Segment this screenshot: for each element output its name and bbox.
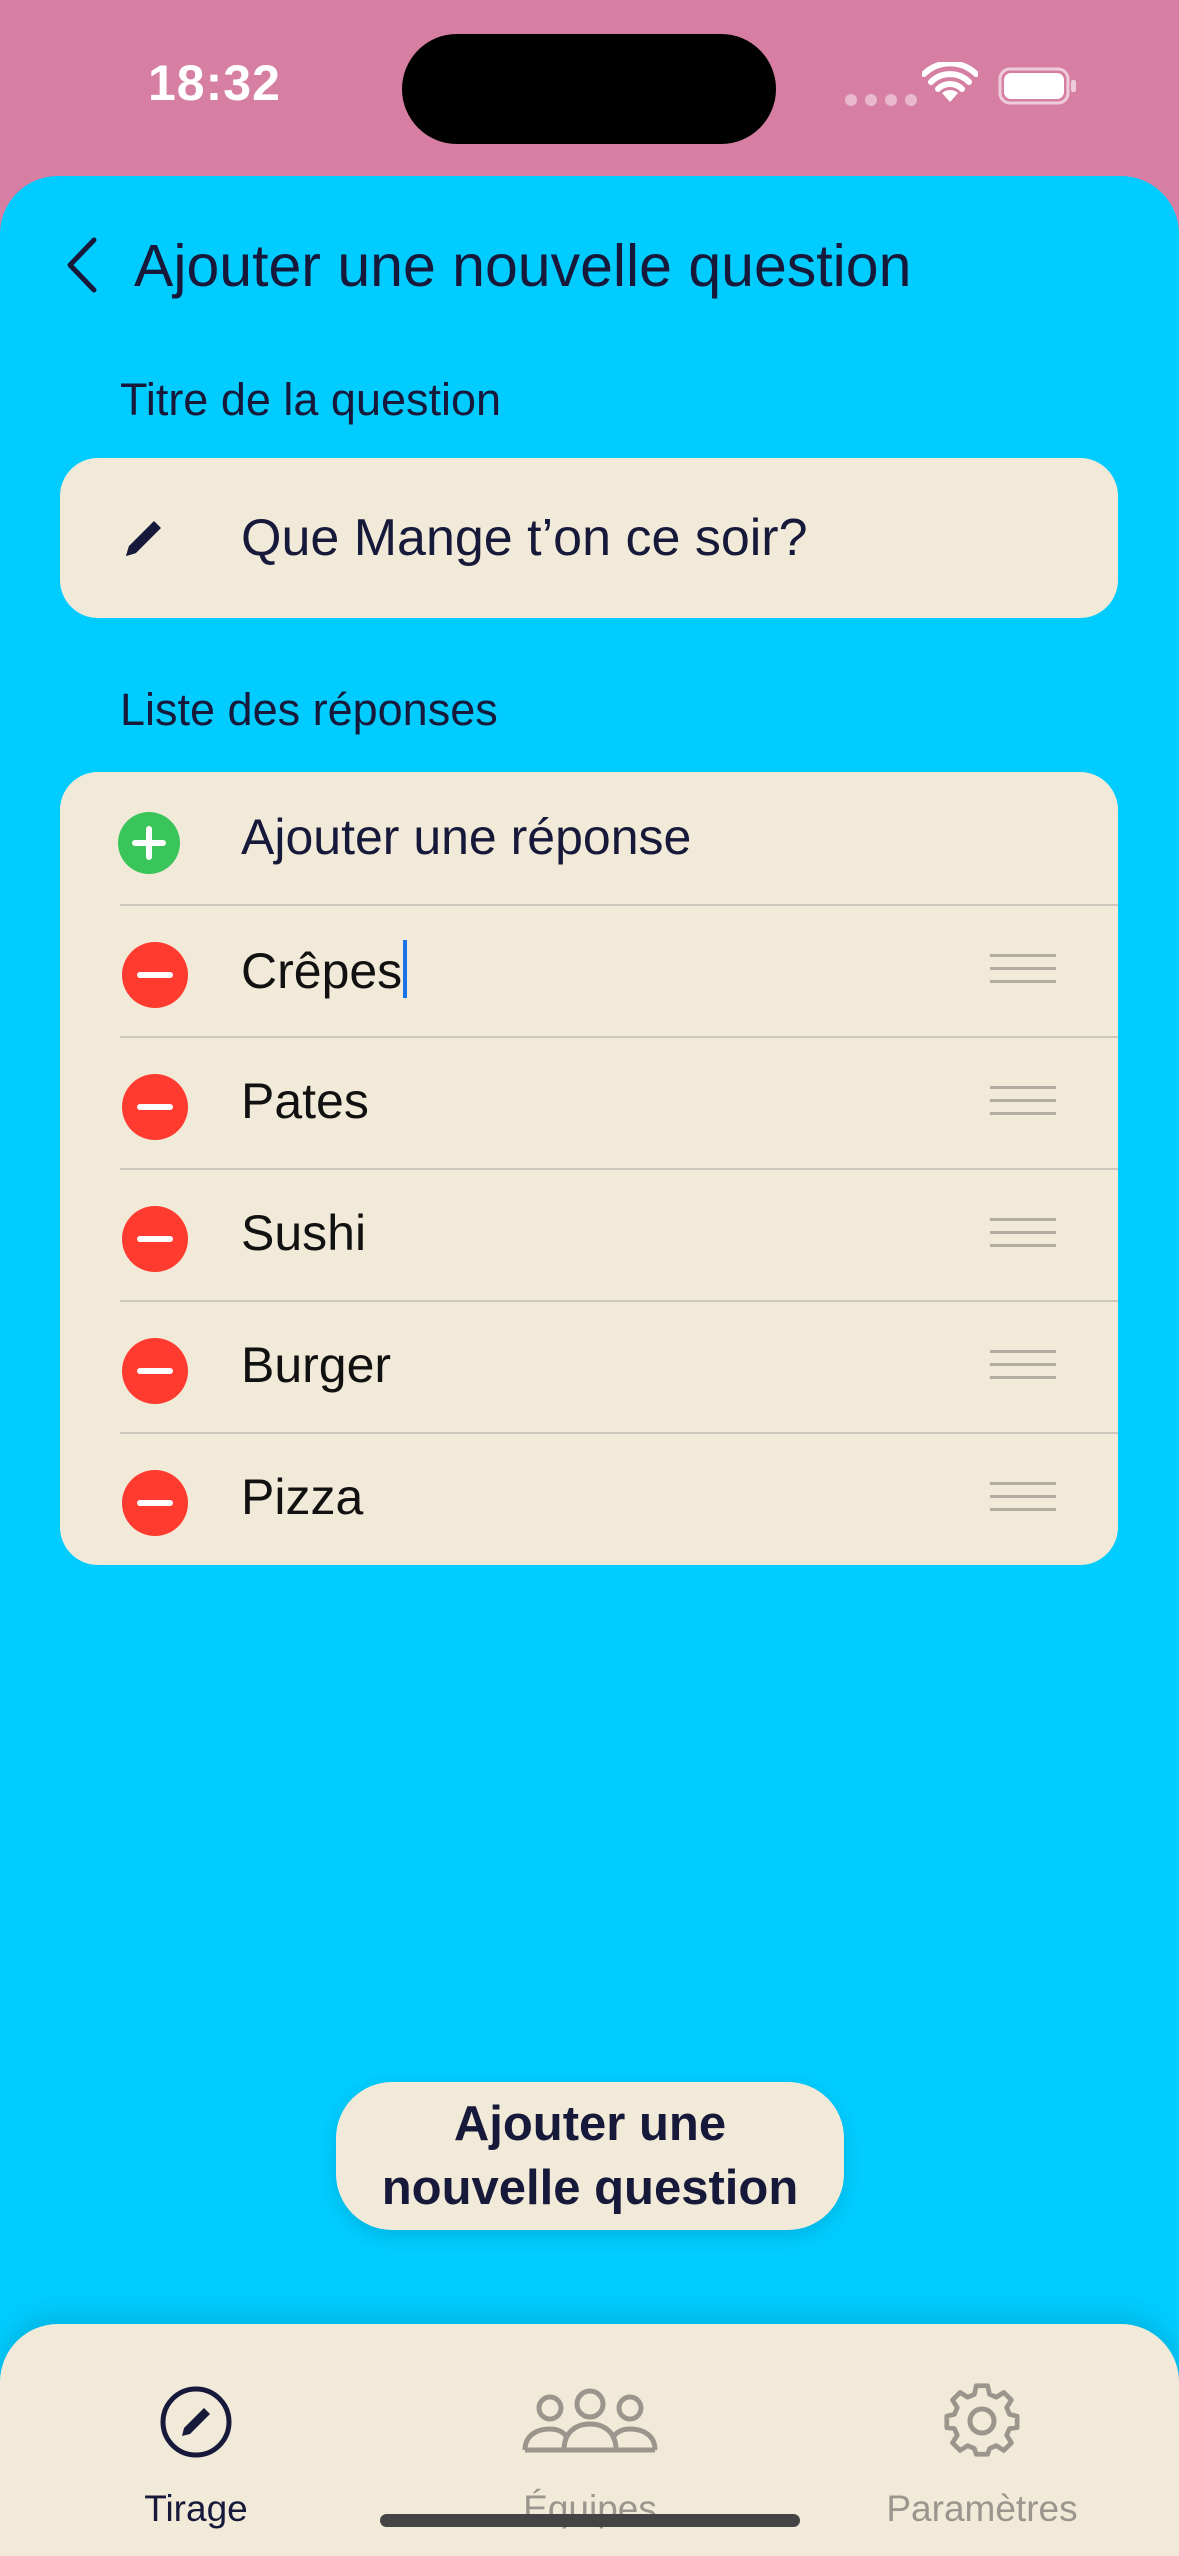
add-answer-row[interactable]: Ajouter une réponse <box>60 772 1118 904</box>
answers-list-label: Liste des réponses <box>120 684 498 735</box>
pencil-icon <box>126 521 161 556</box>
battery-icon <box>998 67 1076 105</box>
remove-answer-icon[interactable] <box>122 1206 188 1272</box>
add-answer-label: Ajouter une réponse <box>241 809 692 865</box>
tab-tirage[interactable]: Tirage <box>46 2324 346 2529</box>
nav-header: Ajouter une nouvelle question <box>0 176 1179 361</box>
add-question-button[interactable]: Ajouter une nouvelle question <box>336 2082 844 2230</box>
remove-answer-icon[interactable] <box>122 1338 188 1404</box>
tab-parametres[interactable]: Paramètres <box>832 2324 1132 2529</box>
row-divider <box>120 1168 1118 1170</box>
add-answer-icon[interactable] <box>118 812 180 874</box>
question-title-card <box>60 458 1118 618</box>
row-divider <box>120 1432 1118 1434</box>
status-time: 18:32 <box>148 55 281 111</box>
drag-handle-icon[interactable] <box>990 1482 1056 1516</box>
answer-row[interactable]: Pizza <box>60 1432 1118 1564</box>
question-title-input[interactable] <box>241 498 1071 578</box>
wifi-icon <box>922 62 978 102</box>
answer-text-field[interactable]: Crêpes <box>241 940 408 1000</box>
answer-label[interactable]: Pates <box>241 1072 369 1130</box>
pencil-circle-icon <box>160 2386 232 2458</box>
tab-label: Paramètres <box>886 2488 1078 2529</box>
answer-label[interactable]: Sushi <box>241 1204 366 1262</box>
drag-handle-icon[interactable] <box>990 954 1056 988</box>
tab-equipes[interactable]: Équipes <box>440 2324 740 2529</box>
row-divider <box>120 1300 1118 1302</box>
cellular-signal-icon <box>845 94 917 106</box>
remove-answer-icon[interactable] <box>122 1074 188 1140</box>
answer-row[interactable]: Burger <box>60 1300 1118 1432</box>
tab-label: Tirage <box>144 2488 248 2529</box>
drag-handle-icon[interactable] <box>990 1350 1056 1384</box>
question-title-label: Titre de la question <box>120 374 502 425</box>
answer-label[interactable]: Burger <box>241 1336 391 1394</box>
button-label-line2: nouvelle question <box>381 2161 799 2215</box>
drag-handle-icon[interactable] <box>990 1218 1056 1252</box>
main-sheet: Ajouter une nouvelle question Titre de l… <box>0 176 1179 2556</box>
answer-row[interactable]: Crêpes <box>60 904 1118 1036</box>
row-divider <box>120 1036 1118 1038</box>
add-question-button-label: Ajouter une nouvelle question <box>382 2092 799 2220</box>
remove-answer-icon[interactable] <box>122 1470 188 1536</box>
row-divider <box>120 904 1118 906</box>
page-title: Ajouter une nouvelle question <box>134 233 912 299</box>
drag-handle-icon[interactable] <box>990 1086 1056 1120</box>
answer-label: Crêpes <box>241 943 403 999</box>
people-icon <box>522 2388 658 2453</box>
answers-list-card: Ajouter une réponse Crêpes Pates Sushi B… <box>60 772 1118 1565</box>
back-chevron-icon[interactable] <box>58 230 108 300</box>
dynamic-island <box>402 34 776 144</box>
gear-icon <box>944 2383 1020 2457</box>
remove-answer-icon[interactable] <box>122 942 188 1008</box>
text-caret <box>403 940 408 998</box>
status-bar: 18:32 <box>0 0 1179 175</box>
answer-row[interactable]: Sushi <box>60 1168 1118 1300</box>
answer-label[interactable]: Pizza <box>241 1468 363 1526</box>
answer-row[interactable]: Pates <box>60 1036 1118 1168</box>
home-indicator <box>380 2514 800 2527</box>
button-label-line1: Ajouter une <box>453 2097 727 2151</box>
